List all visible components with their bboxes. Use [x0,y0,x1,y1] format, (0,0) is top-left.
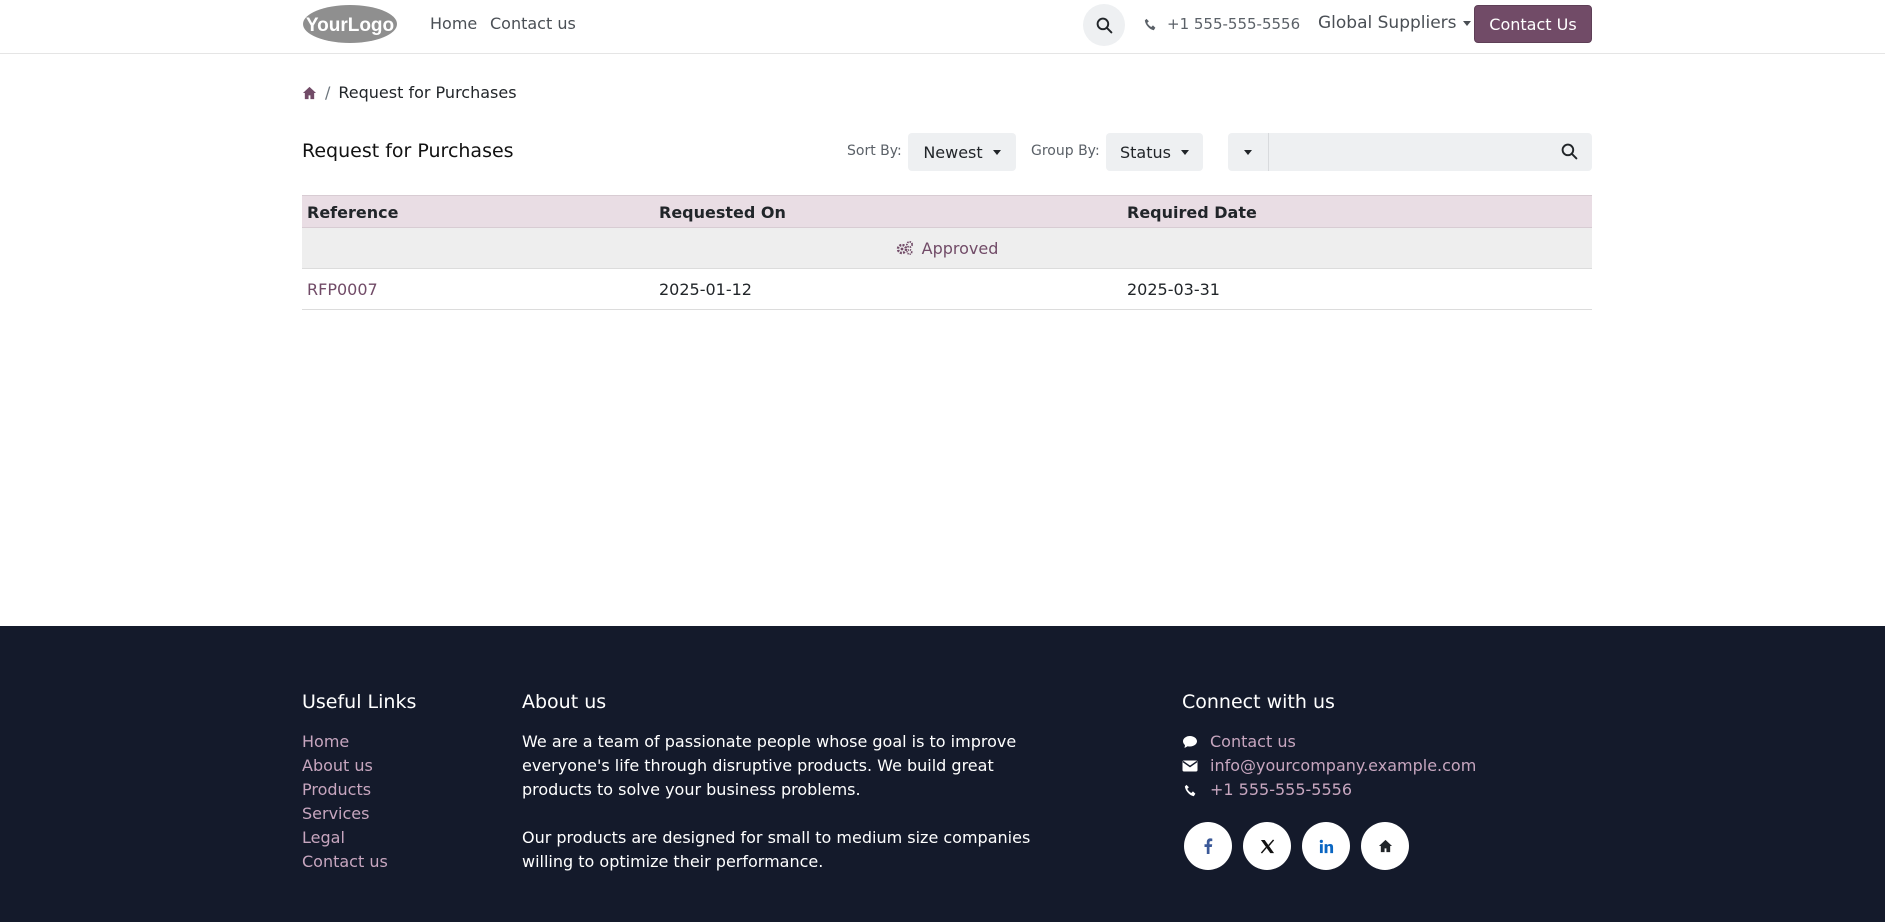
useful-links-list: Home About us Products Services Legal Co… [302,730,388,874]
facebook-icon[interactable] [1184,822,1232,870]
breadcrumb: / Request for Purchases [302,83,517,102]
purchase-requests-table: Reference Requested On Required Date App… [302,195,1592,310]
comment-icon [1183,736,1197,748]
sort-by-label: Sort By: [847,143,902,159]
footer-link-services[interactable]: Services [302,802,388,826]
linkedin-icon[interactable] [1302,822,1350,870]
search-icon[interactable] [1561,143,1578,160]
column-reference[interactable]: Reference [307,203,398,222]
home-icon[interactable] [1361,822,1409,870]
search-input[interactable] [1280,142,1540,162]
connect-list: Contact us info@yourcompany.example.com … [1182,730,1476,802]
envelope-icon [1182,760,1198,772]
nav-contact-us[interactable]: Contact us [490,14,576,33]
search-filter-toggle[interactable] [1228,133,1269,171]
connect-phone-label: +1 555-555-5556 [1210,780,1353,799]
gears-icon [896,241,913,256]
footer-link-legal[interactable]: Legal [302,826,388,850]
company-logo[interactable]: YourLogo [302,4,398,44]
footer-link-about-us[interactable]: About us [302,754,388,778]
header-search-button[interactable] [1083,4,1125,46]
footer-link-contact-us[interactable]: Contact us [302,850,388,874]
about-us-title: About us [522,691,607,713]
table-row[interactable]: RFP0007 2025-01-12 2025-03-31 [302,269,1592,310]
row-reference-link[interactable]: RFP0007 [307,280,378,299]
footer-link-home[interactable]: Home [302,730,388,754]
search-bar [1228,133,1592,171]
search-icon [1096,17,1112,33]
group-row-approved: Approved [302,228,1592,269]
sort-by-dropdown[interactable]: Newest [908,133,1016,171]
x-twitter-icon[interactable] [1243,822,1291,870]
connect-email-label: info@yourcompany.example.com [1210,756,1477,775]
header-phone-number: +1 555-555-5556 [1167,15,1301,33]
column-requested-on[interactable]: Requested On [659,203,786,222]
home-icon[interactable] [302,86,317,100]
page-title: Request for Purchases [302,140,514,162]
useful-links-title: Useful Links [302,691,417,713]
group-by-dropdown[interactable]: Status [1106,133,1203,171]
chevron-down-icon [1180,149,1189,155]
connect-contact[interactable]: Contact us [1182,730,1476,754]
column-required-date[interactable]: Required Date [1127,203,1257,222]
connect-title: Connect with us [1182,691,1335,713]
footer: Useful Links Home About us Products Serv… [0,626,1885,922]
connect-phone[interactable]: +1 555-555-5556 [1182,778,1476,802]
footer-link-products[interactable]: Products [302,778,388,802]
connect-email[interactable]: info@yourcompany.example.com [1182,754,1476,778]
phone-icon [1144,18,1156,30]
logo-text: YourLogo [306,15,394,36]
company-switcher[interactable]: Global Suppliers [1318,13,1471,33]
nav-home[interactable]: Home [430,14,477,33]
chevron-down-icon [1462,20,1471,26]
breadcrumb-separator: / [325,83,331,102]
group-label: Approved [921,238,999,258]
chevron-down-icon [1244,149,1252,155]
contact-us-button[interactable]: Contact Us [1474,5,1592,43]
top-navbar: YourLogo Home Contact us +1 555-555-5556… [0,0,1885,54]
about-us-text: We are a team of passionate people whose… [522,730,1052,874]
header-phone[interactable]: +1 555-555-5556 [1144,15,1300,33]
connect-contact-label: Contact us [1210,732,1296,751]
row-required-date: 2025-03-31 [1127,280,1220,299]
company-name: Global Suppliers [1318,13,1457,33]
group-by-label: Group By: [1031,143,1100,159]
table-header: Reference Requested On Required Date [302,195,1592,228]
sort-by-value: Newest [923,142,983,162]
group-by-value: Status [1120,142,1171,162]
phone-icon [1184,784,1195,796]
about-paragraph-2: Our products are designed for small to m… [522,828,1031,871]
social-links [1184,822,1409,870]
breadcrumb-current: Request for Purchases [338,83,517,102]
row-requested-on: 2025-01-12 [659,280,752,299]
chevron-down-icon [992,149,1001,155]
about-paragraph-1: We are a team of passionate people whose… [522,732,1017,799]
